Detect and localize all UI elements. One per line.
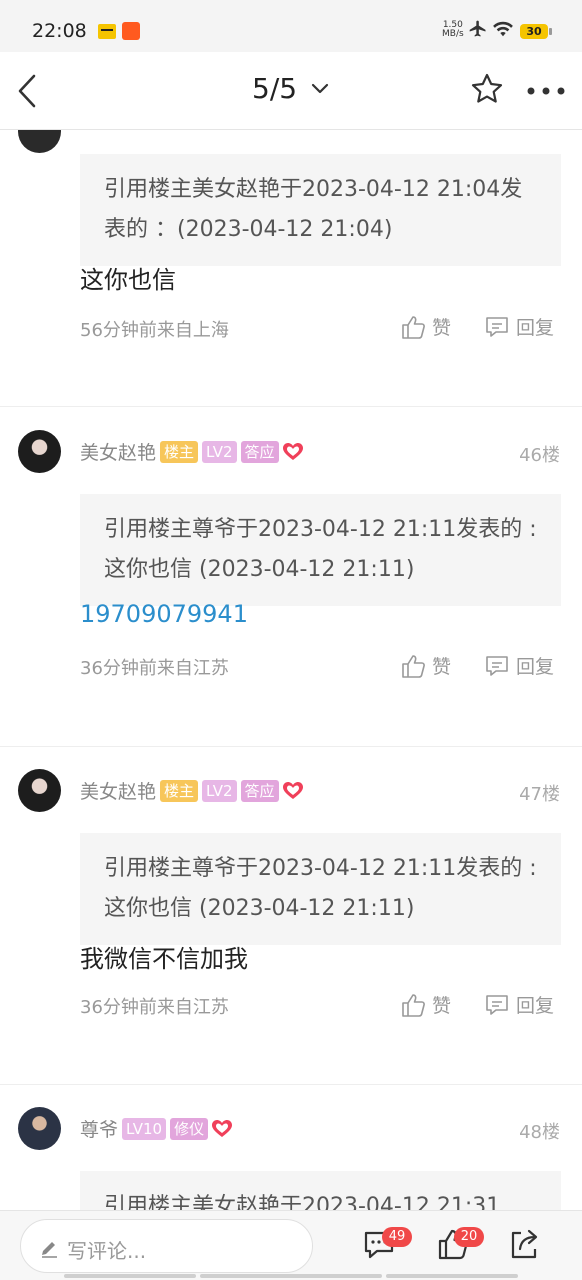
top-navigation-bar: 5/5 [0,52,582,130]
comment-icon [486,995,508,1015]
home-indicator [200,1274,382,1278]
reply-feed: 引用楼主美女赵艳于2023-04-12 21:04发表的 ：(2023-04-1… [0,130,582,1210]
title-badge: 修仪 [170,1118,209,1140]
quoted-reply: 引用楼主美女赵艳于2023-04-12 21:31 [80,1171,561,1210]
floor-number: 47楼 [519,784,560,805]
pencil-icon [42,1242,57,1258]
reply-post: 美女赵艳 楼主 LV2 答应 47楼 引用楼主尊爷于2023-04-12 21:11发… [0,747,582,1085]
bottom-action-bar: 写评论... 49 20 [0,1210,582,1280]
page-indicator[interactable]: 5/5 [252,72,297,105]
comment-icon [486,656,508,676]
notification-app-icon [98,24,116,39]
comments-count-badge: 49 [382,1227,412,1247]
level-badge: LV2 [202,780,237,802]
title-badge: 答应 [240,441,279,463]
reply-post: 引用楼主美女赵艳于2023-04-12 21:04发表的 ：(2023-04-1… [0,130,582,407]
reply-meta: 36分钟前来自江苏 [80,658,229,679]
host-badge: 楼主 [160,780,199,802]
share-icon[interactable] [507,1227,541,1261]
battery-icon: 30 [520,24,552,39]
author-name[interactable]: 美女赵艳 楼主 LV2 答应 [80,777,303,804]
reply-meta: 56分钟前来自上海 [80,320,229,341]
like-button[interactable]: 赞 [400,991,451,1018]
reply-button[interactable]: 回复 [484,652,554,679]
comment-icon [486,317,508,337]
status-time: 22:08 [32,20,87,42]
thumbs-up-icon [402,655,425,678]
network-speed: 1.50 MB/s [442,20,464,39]
title-badge: 答应 [240,780,279,802]
avatar[interactable] [18,769,61,812]
floor-number: 46楼 [519,445,560,466]
reply-button[interactable]: 回复 [484,313,554,340]
status-bar: 22:08 1.50 MB/s 30 [0,0,582,52]
author-name[interactable]: 美女赵艳 楼主 LV2 答应 [80,438,303,465]
quoted-reply: 引用楼主尊爷于2023-04-12 21:11发表的 :这你也信 (2023-0… [80,833,561,945]
airplane-icon [469,20,486,37]
reply-post: 美女赵艳 楼主 LV2 答应 46楼 引用楼主尊爷于2023-04-12 21:11发… [0,408,582,747]
floor-number: 48楼 [519,1122,560,1143]
reply-meta: 36分钟前来自江苏 [80,997,229,1018]
quoted-reply: 引用楼主美女赵艳于2023-04-12 21:04发表的 ：(2023-04-1… [80,154,561,266]
heart-icon [212,1120,233,1137]
reply-post: 尊爷 LV10 修仪 48楼 引用楼主美女赵艳于2023-04-12 21:31 [0,1085,582,1210]
author-name[interactable]: 尊爷 LV10 修仪 [80,1115,233,1142]
wifi-icon [493,21,513,37]
more-options-icon[interactable] [526,86,566,96]
reply-button[interactable]: 回复 [484,991,554,1018]
like-button[interactable]: 赞 [400,313,451,340]
reply-content: 这你也信 [80,266,176,294]
avatar[interactable] [18,1107,61,1150]
home-indicator [386,1274,518,1278]
avatar[interactable] [18,130,61,153]
likes-count-badge: 20 [454,1227,484,1247]
notification-app-icon-2 [122,22,140,40]
heart-icon [282,443,303,460]
chevron-down-icon[interactable] [310,82,330,96]
back-arrow-icon[interactable] [14,72,44,110]
home-indicator [64,1274,196,1278]
comment-input[interactable]: 写评论... [20,1219,313,1273]
reply-content: 我微信不信加我 [80,945,248,973]
favorite-star-icon[interactable] [470,72,504,106]
quoted-reply: 引用楼主尊爷于2023-04-12 21:11发表的 :这你也信 (2023-0… [80,494,561,606]
reply-content[interactable]: 19709079941 [80,600,248,628]
like-button[interactable]: 赞 [400,652,451,679]
avatar[interactable] [18,430,61,473]
level-badge: LV2 [202,441,237,463]
heart-icon [282,782,303,799]
level-badge: LV10 [122,1118,167,1140]
host-badge: 楼主 [160,441,199,463]
thumbs-up-icon [402,994,425,1017]
thumbs-up-icon [402,316,425,339]
